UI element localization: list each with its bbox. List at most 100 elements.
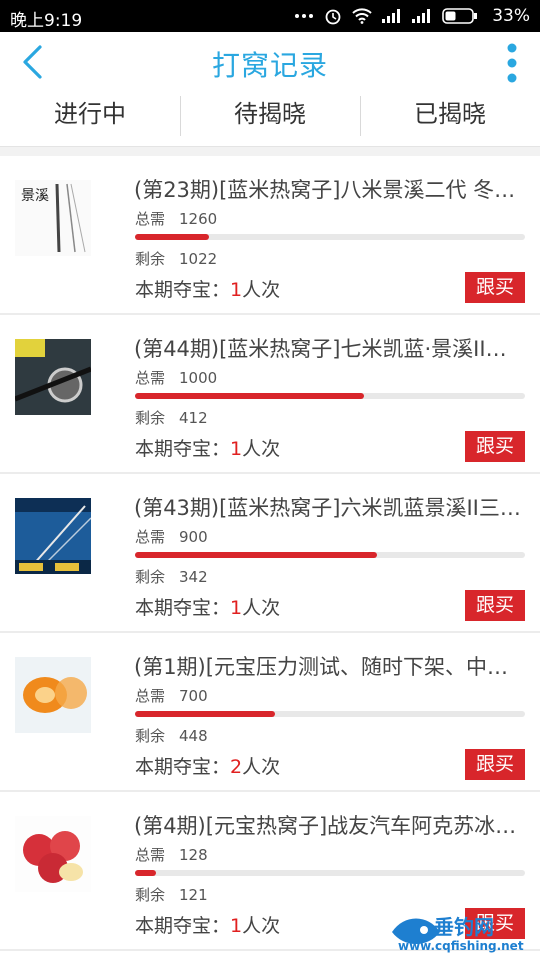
more-vertical-icon (507, 43, 517, 83)
progress-bar (135, 234, 525, 240)
item-title[interactable]: (第44期)[蓝米热窝子]七米凯蓝·景溪II三… (134, 333, 522, 363)
fishing-reel-image (15, 339, 91, 415)
progress-fill (135, 711, 276, 717)
remaining: 剩余 342 (135, 566, 208, 587)
remain-label: 剩余 (135, 409, 166, 427)
product-thumbnail (15, 498, 91, 574)
remaining: 剩余 412 (135, 407, 208, 428)
period-count: 本期夺宝：1人次 (135, 434, 280, 461)
period-count: 本期夺宝：1人次 (135, 275, 280, 302)
total-value: 700 (179, 687, 208, 705)
period-number: 1 (230, 279, 243, 301)
remain-value: 121 (179, 886, 208, 904)
follow-buy-button[interactable]: 跟买 (465, 749, 525, 780)
title-bar: 打窝记录 (0, 32, 540, 90)
total-value: 1000 (179, 369, 218, 387)
period-suffix: 人次 (242, 438, 281, 460)
tab-pending[interactable]: 待揭晓 (180, 90, 360, 146)
period-prefix: 本期夺宝： (135, 279, 231, 301)
list-item[interactable]: (第43期)[蓝米热窝子]六米凯蓝景溪II三… 总需 900 剩余 342 本期夺宝… (0, 474, 540, 633)
fishing-line-spool-image (15, 657, 91, 733)
period-number: 2 (230, 756, 243, 778)
status-time: 晚上9:19 (10, 11, 83, 31)
remain-label: 剩余 (135, 250, 166, 268)
list-item[interactable]: 景溪 (第23期)[蓝米热窝子]八米景溪二代 冬… 总需 1260 剩余 1022 … (0, 156, 540, 315)
period-number: 1 (230, 597, 243, 619)
progress-fill (135, 393, 365, 399)
signal-icon (412, 9, 430, 23)
list-item[interactable]: (第1期)[元宝压力测试、随时下架、中… 总需 700 剩余 448 本期夺宝：2人… (0, 633, 540, 792)
follow-buy-button[interactable]: 跟买 (465, 431, 525, 462)
item-title[interactable]: (第1期)[元宝压力测试、随时下架、中… (134, 651, 522, 681)
total-label: 总需 (135, 687, 166, 705)
progress-bar (135, 552, 525, 558)
status-bar: 晚上9:19 33% (0, 0, 540, 32)
total-needed: 总需 128 (135, 844, 208, 865)
list-item[interactable]: (第44期)[蓝米热窝子]七米凯蓝·景溪II三… 总需 1000 剩余 412 本期… (0, 315, 540, 474)
total-label: 总需 (135, 528, 166, 546)
period-suffix: 人次 (242, 756, 281, 778)
total-label: 总需 (135, 846, 166, 864)
period-suffix: 人次 (242, 597, 281, 619)
remain-label: 剩余 (135, 727, 166, 745)
total-value: 128 (179, 846, 208, 864)
period-count: 本期夺宝：2人次 (135, 752, 280, 779)
fishing-rod-image: 景溪 (15, 180, 91, 256)
period-number: 1 (230, 438, 243, 460)
wifi-icon (352, 8, 372, 24)
total-needed: 总需 1000 (135, 367, 217, 388)
total-needed: 总需 900 (135, 526, 208, 547)
total-needed: 总需 700 (135, 685, 208, 706)
period-number: 1 (230, 915, 243, 937)
battery-icon (442, 8, 477, 24)
remain-value: 448 (179, 727, 208, 745)
tab-in-progress[interactable]: 进行中 (0, 90, 180, 146)
tab-bar: 进行中 待揭晓 已揭晓 (0, 90, 540, 147)
remain-value: 1022 (179, 250, 218, 268)
period-prefix: 本期夺宝： (135, 597, 231, 619)
tab-revealed[interactable]: 已揭晓 (360, 90, 540, 146)
period-prefix: 本期夺宝： (135, 438, 231, 460)
remaining: 剩余 448 (135, 725, 208, 746)
progress-fill (135, 552, 377, 558)
item-title[interactable]: (第4期)[元宝热窝子]战友汽车阿克苏冰… (134, 810, 522, 840)
fishing-rod-box-image (15, 498, 91, 574)
period-prefix: 本期夺宝： (135, 915, 231, 937)
period-count: 本期夺宝：1人次 (135, 593, 280, 620)
total-label: 总需 (135, 210, 166, 228)
remain-value: 342 (179, 568, 208, 586)
period-prefix: 本期夺宝： (135, 756, 231, 778)
watermark-brand: 垂钓网 (434, 915, 494, 939)
product-thumbnail (15, 657, 91, 733)
progress-bar (135, 393, 525, 399)
remain-value: 412 (179, 409, 208, 427)
more-menu-button[interactable] (502, 42, 522, 84)
total-value: 900 (179, 528, 208, 546)
total-value: 1260 (179, 210, 218, 228)
apples-image (15, 816, 91, 892)
item-title[interactable]: (第43期)[蓝米热窝子]六米凯蓝景溪II三… (134, 492, 522, 522)
divider (0, 147, 540, 156)
product-thumbnail: 景溪 (15, 180, 91, 256)
product-thumbnail (15, 816, 91, 892)
thumb-text: 景溪 (21, 188, 49, 204)
progress-fill (135, 234, 210, 240)
signal-icon (382, 9, 400, 23)
total-needed: 总需 1260 (135, 208, 217, 229)
period-suffix: 人次 (242, 915, 281, 937)
alarm-icon (325, 9, 341, 25)
remain-label: 剩余 (135, 886, 166, 904)
status-icons (294, 6, 478, 26)
item-title[interactable]: (第23期)[蓝米热窝子]八米景溪二代 冬… (134, 174, 522, 204)
watermark-logo: 垂钓网 www.cqfishing.net (384, 904, 534, 954)
remaining: 剩余 1022 (135, 248, 217, 269)
remain-label: 剩余 (135, 568, 166, 586)
cqfishing-logo: 垂钓网 www.cqfishing.net (392, 915, 524, 953)
progress-fill (135, 870, 157, 876)
follow-buy-button[interactable]: 跟买 (465, 590, 525, 621)
product-thumbnail (15, 339, 91, 415)
progress-bar (135, 870, 525, 876)
remaining: 剩余 121 (135, 884, 208, 905)
follow-buy-button[interactable]: 跟买 (465, 272, 525, 303)
record-list: 景溪 (第23期)[蓝米热窝子]八米景溪二代 冬… 总需 1260 剩余 1022 … (0, 156, 540, 951)
